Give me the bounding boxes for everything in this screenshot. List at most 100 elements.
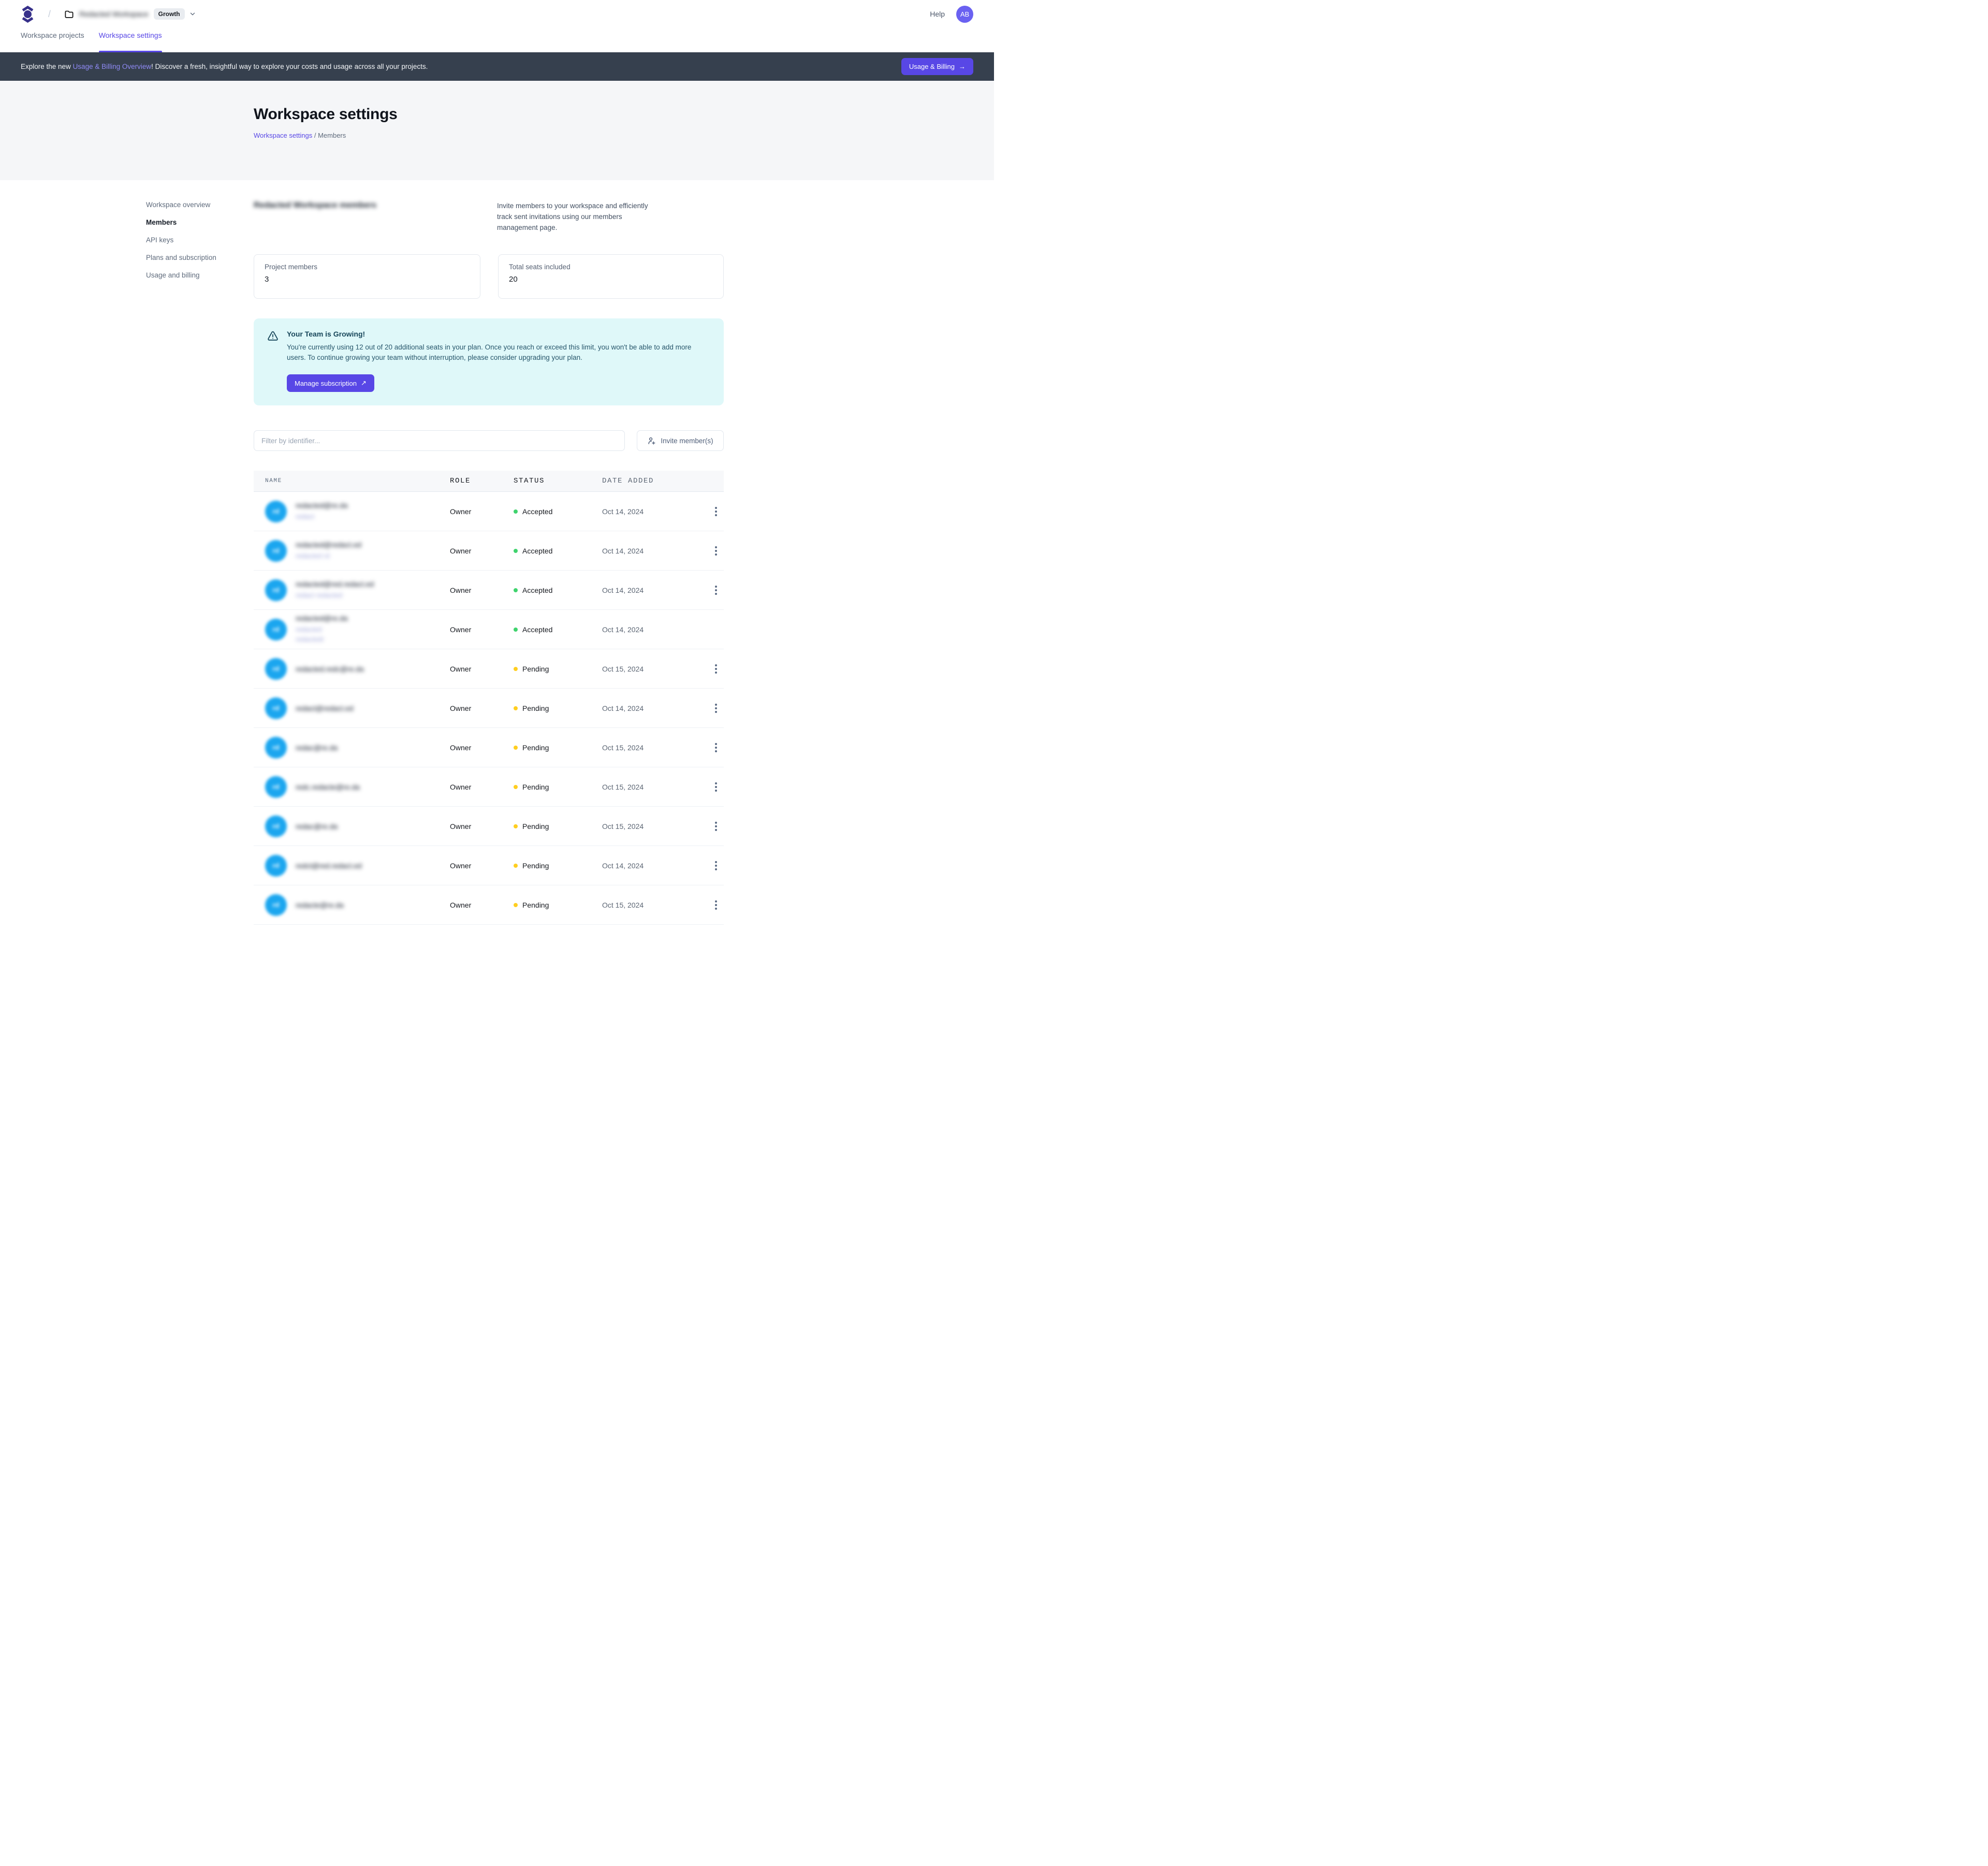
member-role: Owner [450,822,514,830]
member-role: Owner [450,704,514,712]
stat-value: 3 [265,275,470,284]
status-dot-icon [514,588,518,592]
status-dot-icon [514,706,518,710]
stat-label: Project members [265,263,470,271]
workspace-name[interactable]: Redacted Workspace [79,10,149,18]
sidebar-item-plans-subscription[interactable]: Plans and subscription [146,254,254,261]
tab-workspace-projects[interactable]: Workspace projects [21,28,84,52]
member-email: redacted.redc@re.da [296,665,364,673]
user-plus-icon [647,436,656,445]
settings-sidebar: Workspace overview Members API keys Plan… [146,201,254,925]
table-header-row: NAME ROLE STATUS DATE ADDED [254,471,724,492]
member-date-added: Oct 15, 2024 [602,901,708,909]
member-role: Owner [450,744,514,752]
help-link[interactable]: Help [930,10,945,18]
status-dot-icon [514,864,518,868]
avatar: rd [265,815,287,837]
stat-card-total-seats: Total seats included 20 [498,254,724,299]
member-email: redacted@re.da [296,501,348,509]
arrow-right-icon: → [959,63,966,70]
breadcrumb-current: Members [318,132,346,139]
member-date-added: Oct 15, 2024 [602,744,708,752]
avatar: rd [265,501,287,522]
avatar: rd [265,658,287,680]
status-dot-icon [514,903,518,907]
avatar: rd [265,894,287,916]
breadcrumb-slash: / [48,9,51,20]
row-menu-button[interactable] [711,584,721,597]
member-email: redc.redacte@re.da [296,783,360,791]
status-label: Pending [522,744,549,752]
invite-members-button[interactable]: Invite member(s) [637,430,724,451]
status-dot-icon [514,628,518,632]
row-menu-button[interactable] [711,780,721,794]
members-main: Redacted Workspace members Invite member… [254,201,724,925]
plan-badge[interactable]: Growth [154,8,185,20]
sidebar-item-api-keys[interactable]: API keys [146,236,254,244]
status-label: Pending [522,783,549,791]
avatar: rd [265,737,287,759]
status-label: Pending [522,901,549,909]
filter-input[interactable] [254,430,625,451]
row-menu-button[interactable] [711,898,721,912]
table-row: rd redac@re.da Owner Pending Oct 15, 202… [254,728,724,767]
status-label: Pending [522,862,549,870]
column-header-role: ROLE [450,477,514,485]
member-role: Owner [450,901,514,909]
column-header-status: STATUS [514,477,602,485]
row-menu-button[interactable] [711,702,721,715]
warning-triangle-icon [267,330,279,392]
promo-banner: Explore the new Usage & Billing Overview… [0,52,994,81]
row-menu-button[interactable] [711,741,721,754]
member-name: redacted rd [296,551,361,561]
sidebar-item-members[interactable]: Members [146,218,254,226]
avatar: rd [265,855,287,877]
member-date-added: Oct 14, 2024 [602,704,708,712]
table-row: rd redact@redact.ed Owner Pending Oct 14… [254,689,724,728]
callout-body: You're currently using 12 out of 20 addi… [287,342,710,363]
sidebar-item-workspace-overview[interactable]: Workspace overview [146,201,254,209]
status-label: Accepted [522,507,552,516]
row-menu-button[interactable] [711,859,721,872]
members-table: NAME ROLE STATUS DATE ADDED rd redacted@… [254,471,724,925]
chevron-down-icon[interactable] [189,10,196,18]
breadcrumb: Workspace settings / Members [254,132,994,139]
row-menu-button[interactable] [711,544,721,558]
stat-label: Total seats included [509,263,713,271]
member-role: Owner [450,507,514,516]
row-menu-button[interactable] [711,820,721,833]
table-row: rd redac@re.da Owner Pending Oct 15, 202… [254,807,724,846]
member-date-added: Oct 14, 2024 [602,547,708,555]
table-row: rd redacted.redc@re.da Owner Pending Oct… [254,649,724,689]
member-role: Owner [450,665,514,673]
members-table-body: rd redacted@re.da redact Owner Accepted … [254,492,724,925]
sidebar-item-usage-billing[interactable]: Usage and billing [146,271,254,279]
column-header-name: NAME [254,478,450,484]
usage-billing-button[interactable]: Usage & Billing → [901,58,973,75]
member-date-added: Oct 15, 2024 [602,665,708,673]
breadcrumb-link-workspace-settings[interactable]: Workspace settings [254,132,312,139]
members-description: Invite members to your workspace and eff… [497,201,659,234]
table-row: rd redc.redacte@re.da Owner Pending Oct … [254,767,724,807]
app-logo-icon[interactable] [21,6,35,23]
member-date-added: Oct 14, 2024 [602,586,708,594]
table-row: rd redacted@re.da redactedredactedr Owne… [254,610,724,649]
manage-subscription-button[interactable]: Manage subscription ↗ [287,374,374,392]
user-avatar[interactable]: AB [956,6,973,23]
usage-billing-overview-link[interactable]: Usage & Billing Overview [73,63,152,70]
tab-workspace-settings[interactable]: Workspace settings [99,28,162,52]
member-role: Owner [450,862,514,870]
member-email: redact@redact.ed [296,704,354,712]
status-dot-icon [514,509,518,514]
row-menu-button[interactable] [711,505,721,518]
status-dot-icon [514,824,518,828]
team-growing-callout: Your Team is Growing! You're currently u… [254,318,724,406]
main-tabs: Workspace projects Workspace settings [0,28,994,52]
row-menu-button[interactable] [711,662,721,676]
status-label: Pending [522,704,549,712]
folder-icon [64,9,74,19]
status-dot-icon [514,549,518,553]
page-title: Workspace settings [254,106,994,123]
member-role: Owner [450,586,514,594]
avatar: rd [265,619,287,640]
